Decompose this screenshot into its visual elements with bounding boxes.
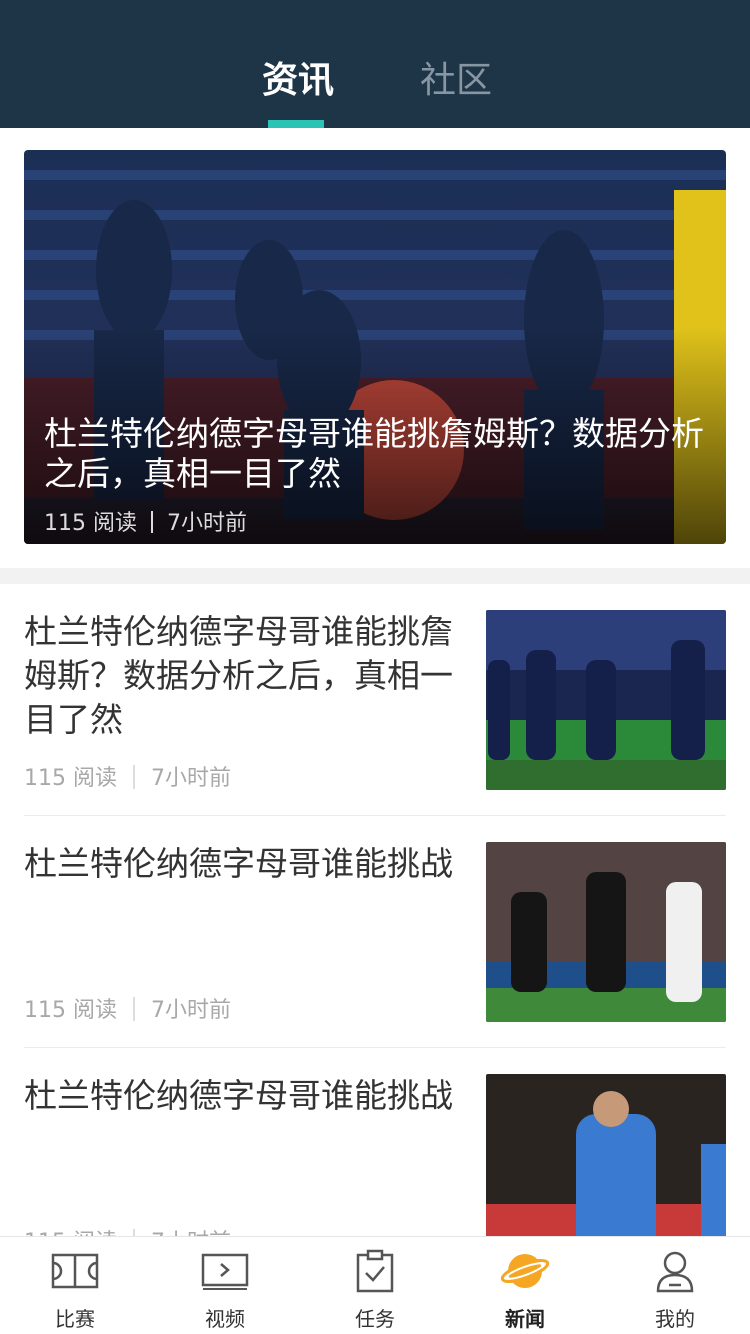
tab-profile[interactable]: 我的 bbox=[600, 1237, 750, 1334]
article-thumbnail bbox=[486, 842, 726, 1022]
banner-title[interactable]: 杜兰特伦纳德字母哥谁能挑詹姆斯？数据分析之后，真相一目了然 bbox=[44, 414, 704, 494]
active-tab-indicator bbox=[268, 120, 324, 128]
article-thumbnail bbox=[486, 610, 726, 790]
tab-community[interactable]: 社区 bbox=[420, 58, 492, 104]
tab-label: 我的 bbox=[655, 1307, 695, 1331]
banner-time: 7小时前 bbox=[167, 511, 247, 536]
top-header: 资讯 社区 bbox=[0, 0, 750, 128]
article-time: 7小时前 bbox=[151, 998, 231, 1023]
tab-tasks[interactable]: 任务 bbox=[300, 1237, 450, 1334]
tab-label: 任务 bbox=[355, 1307, 395, 1331]
list-divider bbox=[24, 1047, 726, 1048]
section-divider bbox=[0, 568, 750, 584]
article-item[interactable]: 杜兰特伦纳德字母哥谁能挑战 115 阅读 7小时前 bbox=[24, 842, 726, 1024]
banner-meta: 115 阅读 7小时前 bbox=[44, 505, 247, 537]
article-time: 7小时前 bbox=[151, 766, 231, 791]
article-reads: 115 阅读 bbox=[24, 998, 117, 1023]
article-item[interactable]: 杜兰特伦纳德字母哥谁能挑詹姆斯？数据分析之后，真相一目了然 115 阅读 7小时前 bbox=[24, 610, 726, 792]
article-title: 杜兰特伦纳德字母哥谁能挑詹姆斯？数据分析之后，真相一目了然 bbox=[24, 612, 453, 739]
tab-video[interactable]: 视频 bbox=[150, 1237, 300, 1334]
task-clipboard-icon bbox=[356, 1249, 394, 1293]
tab-news-nav[interactable]: 新闻 bbox=[450, 1237, 600, 1334]
article-item[interactable]: 杜兰特伦纳德字母哥谁能挑战 115 阅读7小时前 bbox=[24, 1074, 726, 1255]
article-thumbnail bbox=[486, 1074, 726, 1254]
article-meta: 115 阅读 7小时前 bbox=[24, 760, 231, 792]
tab-label: 比赛 bbox=[55, 1307, 95, 1331]
video-icon bbox=[201, 1253, 249, 1290]
meta-separator bbox=[151, 511, 153, 533]
article-title: 杜兰特伦纳德字母哥谁能挑战 bbox=[24, 844, 453, 883]
bottom-tab-bar: 比赛 视频 任务 新闻 我的 bbox=[0, 1236, 750, 1334]
meta-separator bbox=[133, 765, 135, 789]
tab-news[interactable]: 资讯 bbox=[262, 58, 334, 104]
profile-icon bbox=[656, 1251, 694, 1293]
list-divider bbox=[24, 815, 726, 816]
tab-matches[interactable]: 比赛 bbox=[0, 1237, 150, 1334]
article-reads: 115 阅读 bbox=[24, 766, 117, 791]
tab-label: 视频 bbox=[205, 1307, 245, 1331]
banner-reads: 115 阅读 bbox=[44, 511, 137, 536]
court-icon bbox=[51, 1253, 99, 1289]
article-title: 杜兰特伦纳德字母哥谁能挑战 bbox=[24, 1076, 453, 1115]
article-meta: 115 阅读 7小时前 bbox=[24, 992, 231, 1024]
tab-label: 新闻 bbox=[505, 1307, 545, 1331]
meta-separator bbox=[133, 997, 135, 1021]
planet-icon bbox=[500, 1254, 550, 1288]
